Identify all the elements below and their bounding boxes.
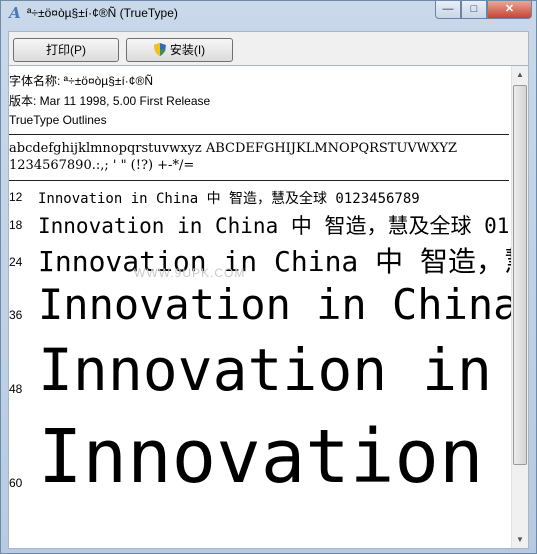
charset-digits: 1234567890.:,; ' " (!?) +-*/= (9, 158, 195, 173)
font-type-line: TrueType Outlines (9, 113, 107, 127)
font-preview-area: 字体名称: ª÷±ö¤òµ§±í·¢®Ñ 版本: Mar 11 1998, 5.… (8, 65, 529, 549)
charset-letters: abcdefghijklmnopqrstuvwxyz ABCDEFGHIJKLM… (9, 141, 458, 156)
font-info: 字体名称: ª÷±ö¤òµ§±í·¢®Ñ 版本: Mar 11 1998, 5.… (9, 72, 210, 131)
sample-text: Innovation in China 中 智造，慧及全球 0123456789 (38, 191, 420, 207)
uac-shield-icon (153, 43, 166, 56)
caption-buttons: — □ ✕ (435, 1, 532, 20)
maximize-button[interactable]: □ (461, 1, 487, 19)
scroll-down-icon[interactable]: ▼ (512, 531, 528, 548)
scroll-thumb[interactable] (513, 85, 527, 465)
sample-text: Innovation in China 中 智造，慧及全球 (38, 245, 519, 278)
sample-text: Innovation in China (38, 414, 519, 500)
sample-size: 18 (9, 218, 23, 232)
install-button[interactable]: 安装(I) (126, 38, 233, 62)
sample-size: 48 (9, 382, 23, 396)
sample-row-48: 48 Innovation in China (9, 336, 519, 414)
toolbar: 打印(P) 安装(I) (8, 31, 529, 65)
sample-row-36: 36 Innovation in China (9, 280, 519, 336)
sample-text: Innovation in China (38, 336, 519, 404)
sample-size: 60 (9, 476, 23, 490)
font-app-icon: A (9, 4, 21, 22)
sample-size: 12 (9, 190, 23, 204)
divider (9, 134, 509, 135)
minimize-button[interactable]: — (435, 1, 461, 19)
divider (9, 180, 509, 181)
sample-row-18: 18 Innovation in China 中 智造，慧及全球 0123456… (9, 208, 519, 240)
sample-text: Innovation in China (38, 280, 519, 329)
sample-row-12: 12 Innovation in China 中 智造，慧及全球 0123456… (9, 186, 519, 208)
character-set: abcdefghijklmnopqrstuvwxyz ABCDEFGHIJKLM… (9, 140, 457, 174)
scroll-up-icon[interactable]: ▲ (512, 66, 528, 83)
print-button[interactable]: 打印(P) (13, 38, 119, 62)
install-label: 安装(I) (169, 43, 206, 57)
title-bar[interactable]: A ª÷±ö¤òµ§±í·¢®Ñ (TrueType) — □ ✕ (1, 1, 536, 27)
vertical-scrollbar[interactable]: ▲ ▼ (511, 66, 528, 548)
sample-size: 24 (9, 255, 23, 269)
close-button[interactable]: ✕ (487, 1, 532, 19)
sample-size: 36 (9, 308, 23, 322)
sample-row-60: 60 Innovation in China (9, 414, 519, 514)
window-title: ª÷±ö¤òµ§±í·¢®Ñ (TrueType) (27, 6, 178, 20)
watermark-text: WWW.9UPK.COM (134, 266, 246, 280)
font-version-line: 版本: Mar 11 1998, 5.00 First Release (9, 93, 211, 108)
font-viewer-window: A ª÷±ö¤òµ§±í·¢®Ñ (TrueType) — □ ✕ 打印(P) … (0, 0, 537, 554)
font-name-line: 字体名称: ª÷±ö¤òµ§±í·¢®Ñ (9, 74, 153, 88)
sample-row-24: 24 Innovation in China 中 智造，慧及全球 (9, 240, 519, 280)
sample-text: Innovation in China 中 智造，慧及全球 0123456789 (38, 214, 519, 238)
